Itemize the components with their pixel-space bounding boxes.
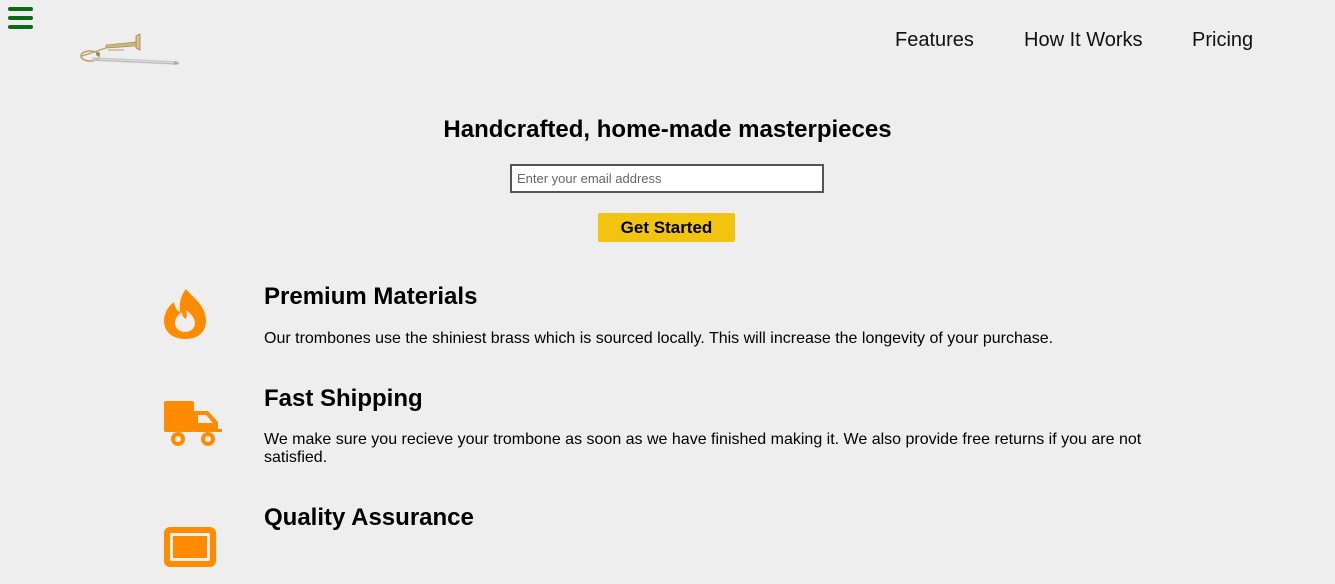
truck-icon bbox=[164, 401, 222, 446]
nav-link-how-it-works[interactable]: How It Works bbox=[1024, 29, 1143, 52]
battery-icon bbox=[164, 527, 216, 567]
nav-link-pricing[interactable]: Pricing bbox=[1192, 29, 1253, 52]
feature-description: We make sure you recieve your trombone a… bbox=[264, 431, 1142, 466]
feature-title: Premium Materials bbox=[264, 283, 478, 310]
hero-title: Handcrafted, home-made masterpieces bbox=[443, 116, 892, 143]
nav-link-features[interactable]: Features bbox=[895, 29, 974, 52]
email-input[interactable] bbox=[510, 164, 824, 193]
feature-title: Fast Shipping bbox=[264, 385, 423, 412]
fire-icon bbox=[164, 289, 206, 339]
feature-title: Quality Assurance bbox=[264, 504, 474, 531]
main-nav: Features How It Works Pricing bbox=[0, 29, 1335, 53]
get-started-button[interactable]: Get Started bbox=[598, 213, 735, 242]
feature-description: Our trombones use the shiniest brass whi… bbox=[264, 330, 1054, 347]
hamburger-menu-icon[interactable] bbox=[8, 7, 33, 29]
